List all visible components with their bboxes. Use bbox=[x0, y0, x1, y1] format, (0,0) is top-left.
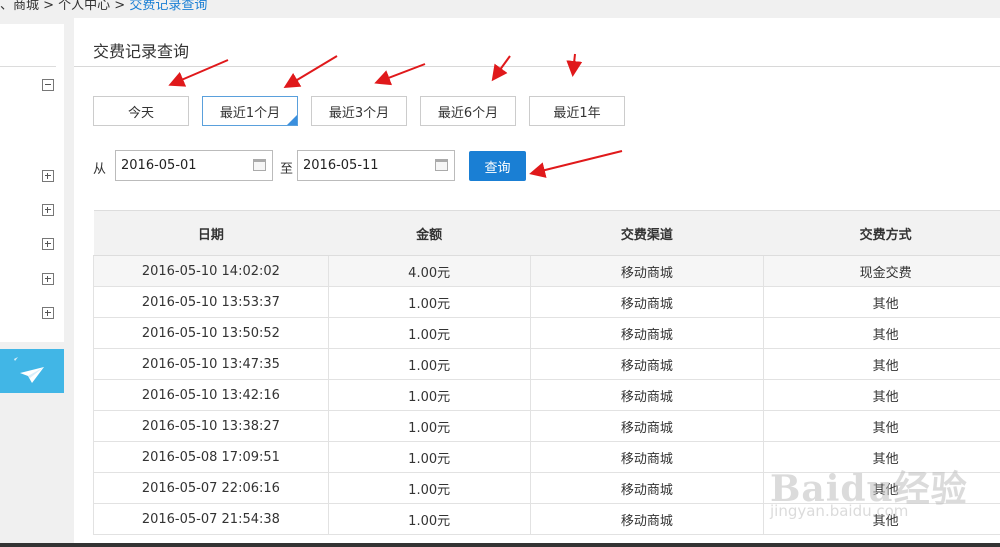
column-header-channel: 交费渠道 bbox=[530, 210, 764, 256]
cell-date: 2016-05-10 14:02:02 bbox=[93, 255, 329, 287]
cell-amount: 1.00元 bbox=[327, 441, 531, 473]
calendar-icon[interactable] bbox=[435, 159, 448, 171]
cell-date: 2016-05-07 21:54:38 bbox=[93, 503, 329, 535]
start-date-value: 2016-05-01 bbox=[121, 158, 197, 173]
column-header-method: 交费方式 bbox=[763, 210, 1000, 256]
column-header-amount: 金额 bbox=[328, 210, 531, 256]
cell-amount: 1.00元 bbox=[327, 317, 531, 349]
table-row: 2016-05-10 14:02:02 4.00元 移动商城 现金交费 bbox=[93, 255, 1000, 287]
cell-date: 2016-05-10 13:38:27 bbox=[93, 410, 329, 442]
cell-date: 2016-05-10 13:50:52 bbox=[93, 317, 329, 349]
cell-date: 2016-05-10 13:42:16 bbox=[93, 379, 329, 411]
table-row: 2016-05-10 13:47:35 1.00元 移动商城 其他 bbox=[93, 348, 1000, 380]
cell-amount: 1.00元 bbox=[327, 503, 531, 535]
cell-amount: 1.00元 bbox=[327, 410, 531, 442]
plus-icon[interactable] bbox=[42, 273, 54, 285]
end-date-value: 2016-05-11 bbox=[303, 158, 379, 173]
cell-channel: 移动商城 bbox=[529, 286, 765, 318]
cell-method: 现金交费 bbox=[763, 255, 1000, 287]
table-row: 2016-05-10 13:42:16 1.00元 移动商城 其他 bbox=[93, 379, 1000, 411]
from-label: 从 bbox=[93, 162, 107, 177]
cell-channel: 移动商城 bbox=[529, 472, 765, 504]
title-divider bbox=[74, 66, 1000, 67]
to-label: 至 bbox=[280, 162, 294, 177]
cell-date: 2016-05-08 17:09:51 bbox=[93, 441, 329, 473]
minus-icon[interactable] bbox=[42, 79, 54, 91]
table-header-row: 日期 金额 交费渠道 交费方式 bbox=[93, 210, 1000, 256]
cell-channel: 移动商城 bbox=[529, 348, 765, 380]
cell-amount: 1.00元 bbox=[327, 472, 531, 504]
cell-date: 2016-05-10 13:53:37 bbox=[93, 286, 329, 318]
cell-amount: 1.00元 bbox=[327, 379, 531, 411]
range-button-6-months[interactable]: 最近6个月 bbox=[420, 96, 516, 126]
plus-icon[interactable] bbox=[42, 170, 54, 182]
range-button-label: 最近1个月 bbox=[219, 105, 281, 121]
sidebar-divider bbox=[0, 66, 56, 67]
end-date-field[interactable]: 2016-05-11 bbox=[297, 150, 455, 181]
table-row: 2016-05-10 13:38:27 1.00元 移动商城 其他 bbox=[93, 410, 1000, 442]
breadcrumb-current: 交费记录查询 bbox=[129, 0, 208, 13]
promo-banner[interactable] bbox=[0, 349, 64, 393]
plus-icon[interactable] bbox=[42, 204, 54, 216]
cell-amount: 1.00元 bbox=[327, 286, 531, 318]
page-title: 交费记录查询 bbox=[93, 42, 190, 61]
start-date-field[interactable]: 2016-05-01 bbox=[115, 150, 273, 181]
bottom-scrollbar[interactable] bbox=[0, 543, 1000, 547]
cell-amount: 4.00元 bbox=[327, 255, 531, 287]
watermark-url: jingyan.baidu.com bbox=[770, 502, 909, 520]
table-row: 2016-05-10 13:50:52 1.00元 移动商城 其他 bbox=[93, 317, 1000, 349]
column-header-date: 日期 bbox=[93, 210, 329, 256]
sidebar bbox=[0, 24, 64, 342]
query-button[interactable]: 查询 bbox=[469, 151, 526, 181]
paper-plane-icon bbox=[14, 357, 44, 383]
cell-channel: 移动商城 bbox=[529, 503, 765, 535]
range-button-1-year[interactable]: 最近1年 bbox=[529, 96, 625, 126]
cell-method: 其他 bbox=[763, 317, 1000, 349]
range-button-1-month[interactable]: 最近1个月 bbox=[202, 96, 298, 126]
range-button-3-months[interactable]: 最近3个月 bbox=[311, 96, 407, 126]
cell-method: 其他 bbox=[763, 348, 1000, 380]
cell-method: 其他 bbox=[763, 410, 1000, 442]
table-row: 2016-05-10 13:53:37 1.00元 移动商城 其他 bbox=[93, 286, 1000, 318]
breadcrumb: 、商城 > 个人中心 > 交费记录查询 bbox=[0, 0, 208, 13]
breadcrumb-path[interactable]: 、商城 > 个人中心 > bbox=[0, 0, 129, 13]
cell-channel: 移动商城 bbox=[529, 317, 765, 349]
selected-corner-icon bbox=[287, 115, 297, 125]
cell-channel: 移动商城 bbox=[529, 255, 765, 287]
baidu-watermark: Baidu经验 jingyan.baidu.com bbox=[770, 440, 970, 530]
cell-date: 2016-05-10 13:47:35 bbox=[93, 348, 329, 380]
cell-amount: 1.00元 bbox=[327, 348, 531, 380]
range-button-today[interactable]: 今天 bbox=[93, 96, 189, 126]
cell-channel: 移动商城 bbox=[529, 410, 765, 442]
cell-date: 2016-05-07 22:06:16 bbox=[93, 472, 329, 504]
cell-channel: 移动商城 bbox=[529, 441, 765, 473]
plus-icon[interactable] bbox=[42, 307, 54, 319]
cell-method: 其他 bbox=[763, 286, 1000, 318]
plus-icon[interactable] bbox=[42, 238, 54, 250]
calendar-icon[interactable] bbox=[253, 159, 266, 171]
cell-method: 其他 bbox=[763, 379, 1000, 411]
cell-channel: 移动商城 bbox=[529, 379, 765, 411]
